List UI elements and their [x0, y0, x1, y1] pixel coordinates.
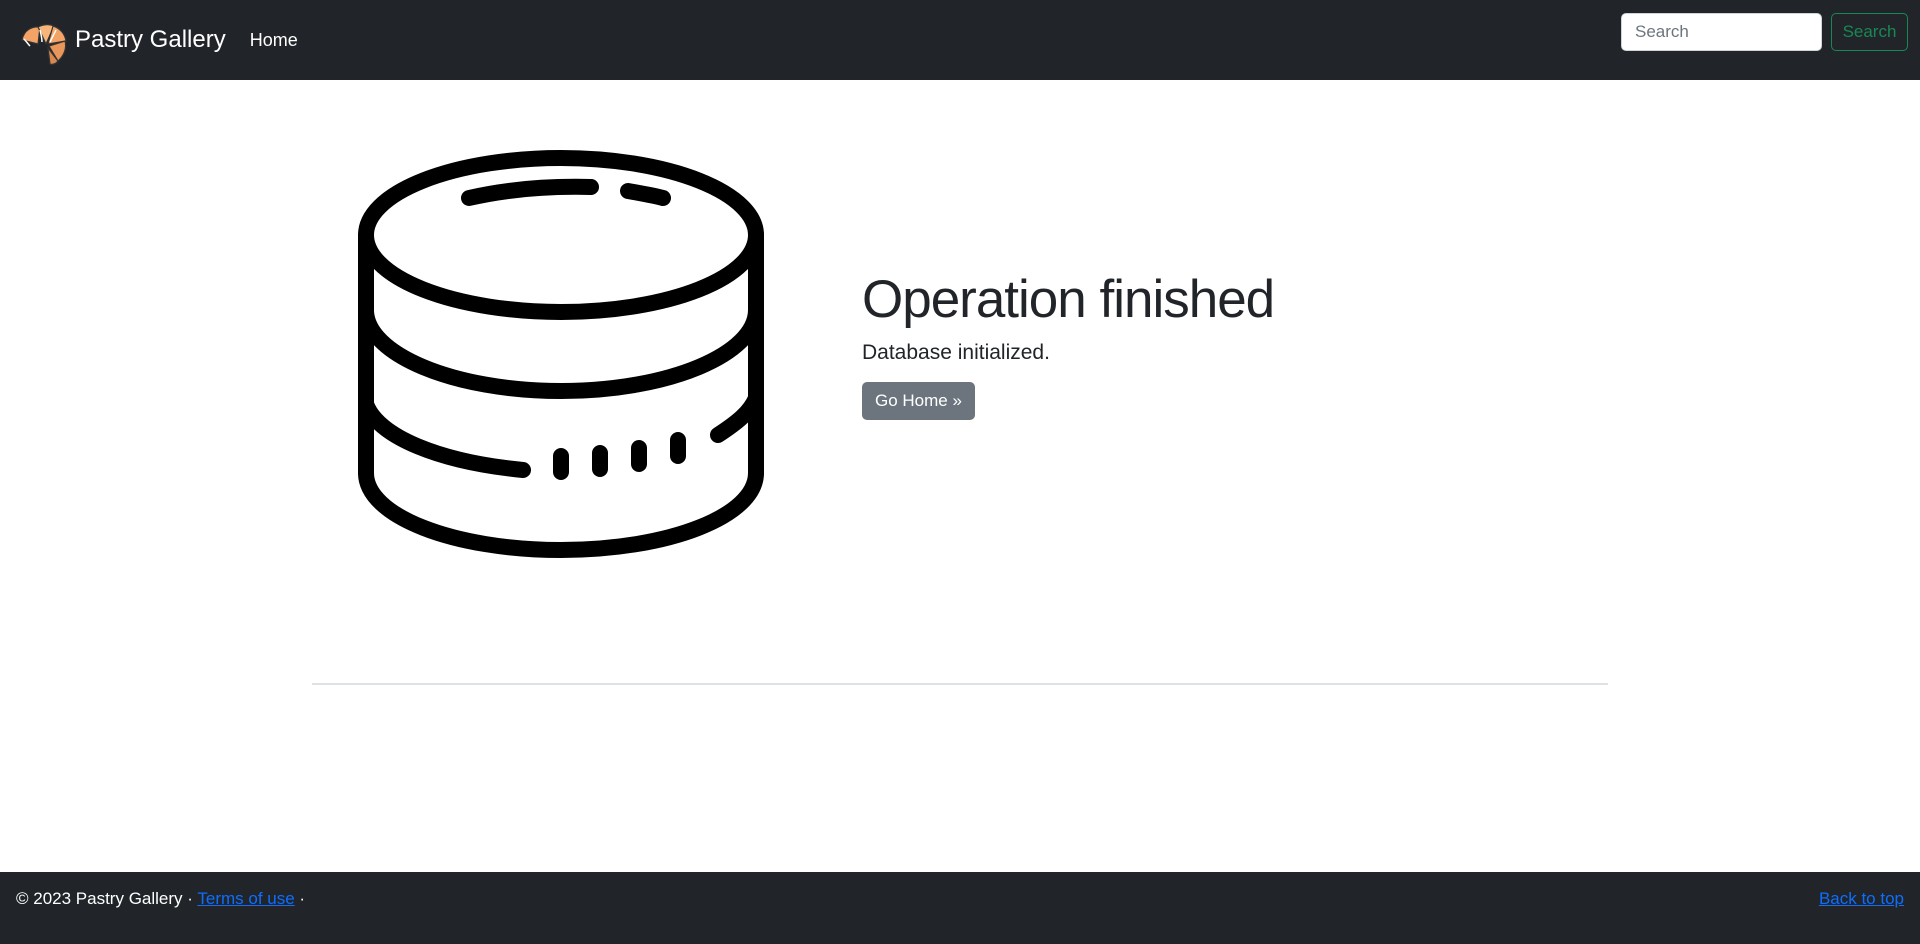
brand-name: Pastry Gallery [75, 26, 226, 53]
database-icon [358, 150, 764, 558]
go-home-button[interactable]: Go Home » [862, 382, 975, 420]
status-message: Database initialized. [862, 341, 1050, 364]
footer-left: © 2023 Pastry Gallery · Terms of use · [16, 889, 305, 909]
nav-home-link[interactable]: Home [250, 30, 298, 51]
copyright-text: © 2023 Pastry Gallery · [16, 889, 193, 908]
brand-link[interactable]: Pastry Gallery [18, 14, 226, 66]
search-button[interactable]: Search [1831, 13, 1908, 51]
top-navbar: Pastry Gallery Home Search [0, 0, 1920, 80]
page-title: Operation finished [862, 270, 1275, 329]
back-to-top-link[interactable]: Back to top [1819, 889, 1904, 909]
terms-link[interactable]: Terms of use [197, 889, 294, 908]
search-input[interactable] [1621, 13, 1822, 51]
hero-text: Operation finished Database initialized.… [862, 268, 1275, 420]
footer: © 2023 Pastry Gallery · Terms of use · B… [0, 872, 1920, 944]
divider [312, 683, 1608, 685]
croissant-icon [21, 24, 67, 65]
footer-separator: · [299, 889, 306, 908]
search-form: Search [1621, 13, 1908, 51]
